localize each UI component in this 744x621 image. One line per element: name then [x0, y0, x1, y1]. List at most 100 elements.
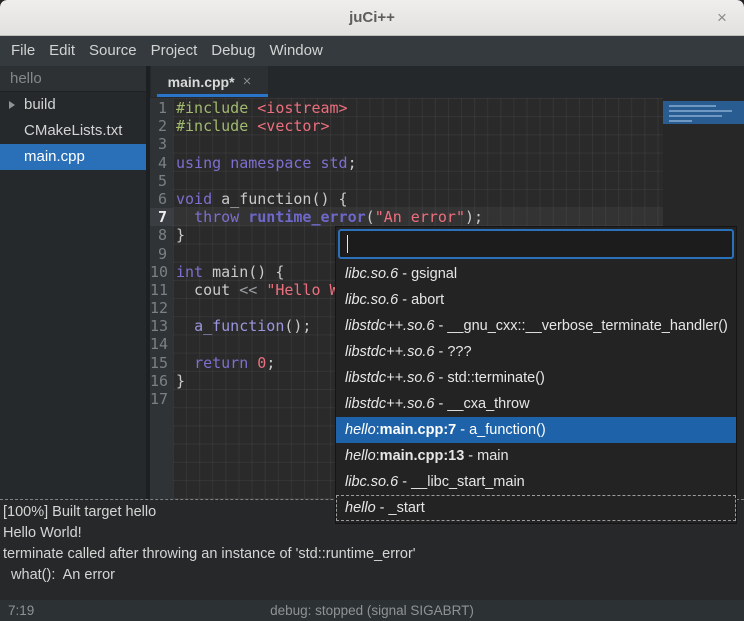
code-token: [176, 354, 194, 372]
line-number: 11: [150, 281, 173, 299]
code-line[interactable]: 5: [150, 172, 744, 190]
code-token: <vector>: [257, 117, 329, 135]
menubar: FileEditSourceProjectDebugWindow: [0, 36, 744, 66]
menu-item-edit[interactable]: Edit: [42, 36, 82, 66]
line-number: 13: [150, 317, 173, 335]
code-token: [257, 281, 266, 299]
tooltip-text-line: [669, 120, 692, 122]
code-text: void a_function() {: [176, 190, 348, 208]
code-token: 0: [257, 354, 266, 372]
tooltip-text-line: [669, 110, 732, 112]
backtrace-item[interactable]: hello:main.cpp:7 - a_function(): [336, 417, 736, 443]
sidebar-item-build[interactable]: build: [0, 92, 146, 118]
code-token: [248, 99, 257, 117]
code-token: [239, 208, 248, 226]
code-line[interactable]: 2#include <vector>: [150, 117, 744, 135]
code-line[interactable]: 1#include <iostream>: [150, 99, 744, 117]
code-token: cout: [176, 281, 239, 299]
sidebar-item-cmakelists-txt[interactable]: CMakeLists.txt: [0, 118, 146, 144]
titlebar[interactable]: juCi++ ×: [0, 0, 744, 36]
tab-main-cpp[interactable]: main.cpp* ×: [151, 66, 268, 97]
code-text: using namespace std;: [176, 154, 357, 172]
line-number: 9: [150, 245, 173, 263]
line-number: 15: [150, 354, 173, 372]
code-token: }: [176, 226, 185, 244]
code-token: <<: [239, 281, 257, 299]
code-token: void: [176, 190, 212, 208]
expand-arrow-icon[interactable]: [9, 101, 15, 109]
line-number: 7: [150, 208, 173, 226]
code-line[interactable]: 4using namespace std;: [150, 154, 744, 172]
code-line[interactable]: 7 throw runtime_error("An error");: [150, 208, 744, 226]
app-window: juCi++ × FileEditSourceProjectDebugWindo…: [0, 0, 744, 621]
line-number: 2: [150, 117, 173, 135]
tab-close-icon[interactable]: ×: [243, 75, 252, 89]
backtrace-item[interactable]: libc.so.6 - abort: [336, 287, 736, 313]
code-token: runtime_error: [248, 208, 365, 226]
code-text: }: [176, 226, 185, 244]
frame-function: - _start: [376, 500, 425, 516]
popup-search-field[interactable]: [338, 229, 734, 259]
code-token: a_function: [221, 190, 311, 208]
code-token: [203, 263, 212, 281]
code-token: int: [176, 263, 203, 281]
code-token: }: [176, 372, 185, 390]
sidebar-header[interactable]: hello: [0, 66, 146, 92]
project-sidebar: hello buildCMakeLists.txtmain.cpp: [0, 66, 146, 499]
line-number: 6: [150, 190, 173, 208]
menu-item-project[interactable]: Project: [144, 36, 205, 66]
popup-search-input[interactable]: [340, 231, 732, 257]
line-number: 12: [150, 299, 173, 317]
frame-function: - main: [464, 448, 508, 464]
line-number: 10: [150, 263, 173, 281]
line-number: 3: [150, 135, 173, 153]
code-token: [176, 317, 194, 335]
sidebar-item-main-cpp[interactable]: main.cpp: [0, 144, 146, 170]
menu-item-window[interactable]: Window: [262, 36, 329, 66]
backtrace-popup: libc.so.6 - gsignallibc.so.6 - abortlibs…: [335, 226, 737, 524]
code-token: ();: [284, 317, 311, 335]
menu-item-debug[interactable]: Debug: [204, 36, 262, 66]
line-number: 1: [150, 99, 173, 117]
output-line: Hello World!: [3, 523, 744, 544]
frame-function: - ???: [434, 344, 471, 360]
code-token: [176, 208, 194, 226]
line-number: 8: [150, 226, 173, 244]
output-line: terminate called after throwing an insta…: [3, 544, 744, 565]
frame-function: - gsignal: [398, 266, 457, 282]
backtrace-item[interactable]: libc.so.6 - gsignal: [336, 261, 736, 287]
code-token: namespace: [230, 154, 311, 172]
backtrace-item[interactable]: libc.so.6 - __libc_start_main: [336, 469, 736, 495]
backtrace-item[interactable]: libstdc++.so.6 - __cxa_throw: [336, 391, 736, 417]
code-token: a_function: [194, 317, 284, 335]
frame-library: hello: [345, 500, 376, 516]
frame-function: - __cxa_throw: [434, 396, 529, 412]
code-token: <iostream>: [257, 99, 347, 117]
code-text: throw runtime_error("An error");: [176, 208, 483, 226]
frame-library: libstdc++.so.6: [345, 370, 434, 386]
code-token: #include: [176, 117, 248, 135]
code-text: return 0;: [176, 354, 275, 372]
code-token: throw: [194, 208, 239, 226]
frame-library: hello: [345, 448, 376, 464]
frame-library: libc.so.6: [345, 266, 398, 282]
menu-item-file[interactable]: File: [4, 36, 42, 66]
menu-item-source[interactable]: Source: [82, 36, 144, 66]
backtrace-item[interactable]: libstdc++.so.6 - std::terminate(): [336, 365, 736, 391]
backtrace-item[interactable]: libstdc++.so.6 - ???: [336, 339, 736, 365]
backtrace-item[interactable]: hello:main.cpp:13 - main: [336, 443, 736, 469]
backtrace-item[interactable]: libstdc++.so.6 - __gnu_cxx::__verbose_te…: [336, 313, 736, 339]
code-token: [221, 154, 230, 172]
code-line[interactable]: 6void a_function() {: [150, 190, 744, 208]
code-line[interactable]: 3: [150, 135, 744, 153]
close-icon[interactable]: ×: [712, 8, 732, 28]
text-cursor: [347, 235, 348, 253]
frame-library: libc.so.6: [345, 474, 398, 490]
tooltip-text-line: [669, 115, 722, 117]
code-token: () {: [311, 190, 347, 208]
line-number: 5: [150, 172, 173, 190]
code-text: #include <vector>: [176, 117, 330, 135]
backtrace-item[interactable]: hello - _start: [336, 495, 736, 521]
code-token: "An error": [375, 208, 465, 226]
active-tab-underline: [157, 94, 268, 97]
